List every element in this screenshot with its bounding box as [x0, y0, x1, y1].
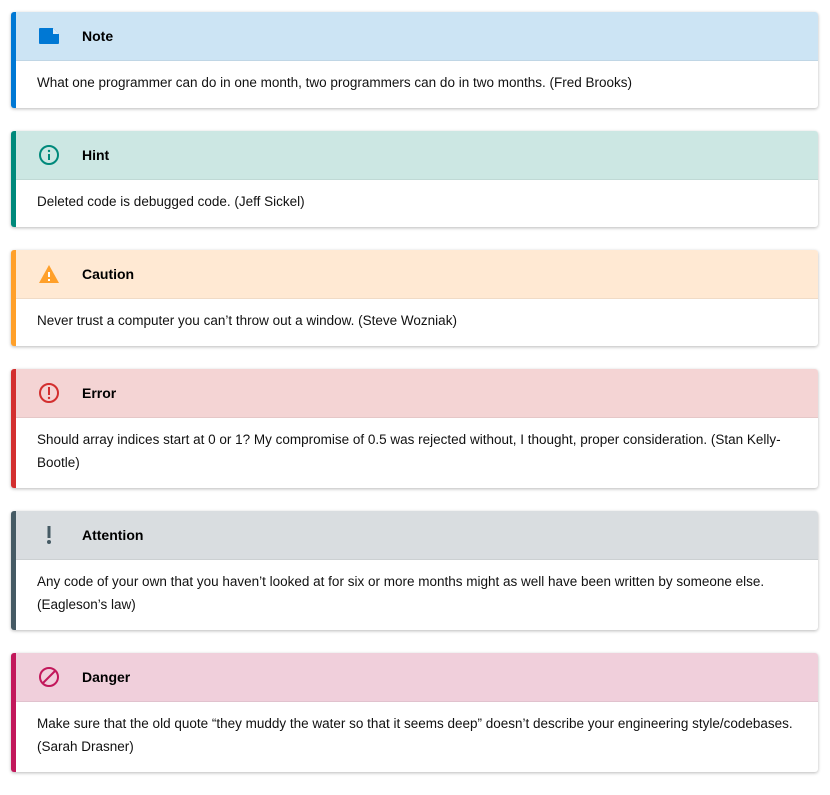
admonition-header: Attention: [16, 511, 818, 560]
admonition-danger: Danger Make sure that the old quote “the…: [11, 653, 818, 772]
admonition-attention: Attention Any code of your own that you …: [11, 511, 818, 630]
admonition-title: Hint: [82, 147, 110, 163]
admonition-header: Error: [16, 369, 818, 418]
admonition-body: Any code of your own that you haven’t lo…: [37, 574, 765, 612]
admonition-note: Note What one programmer can do in one m…: [11, 12, 818, 108]
prohibited-icon: [37, 665, 61, 689]
info-icon: [37, 143, 61, 167]
admonition-body: Deleted code is debugged code. (Jeff Sic…: [37, 194, 305, 209]
warning-icon: [37, 262, 61, 286]
admonition-body: Should array indices start at 0 or 1? My…: [37, 432, 781, 470]
admonition-header: Danger: [16, 653, 818, 702]
admonition-body: Make sure that the old quote “they muddy…: [37, 716, 793, 754]
admonition-hint: Hint Deleted code is debugged code. (Jef…: [11, 131, 818, 227]
admonition-title: Error: [82, 385, 117, 401]
admonition-error: Error Should array indices start at 0 or…: [11, 369, 818, 488]
admonition-header: Caution: [16, 250, 818, 299]
admonition-title: Caution: [82, 266, 135, 282]
admonition-caution: Caution Never trust a computer you can’t…: [11, 250, 818, 346]
admonition-title: Note: [82, 28, 114, 44]
admonition-title: Danger: [82, 669, 131, 685]
error-icon: [37, 381, 61, 405]
admonition-title: Attention: [82, 527, 144, 543]
note-icon: [37, 24, 61, 48]
exclamation-icon: [37, 523, 61, 547]
admonition-list: Note What one programmer can do in one m…: [11, 12, 818, 795]
admonition-header: Note: [16, 12, 818, 61]
admonition-header: Hint: [16, 131, 818, 180]
admonition-body: What one programmer can do in one month,…: [37, 75, 633, 90]
admonition-body: Never trust a computer you can’t throw o…: [37, 313, 457, 328]
